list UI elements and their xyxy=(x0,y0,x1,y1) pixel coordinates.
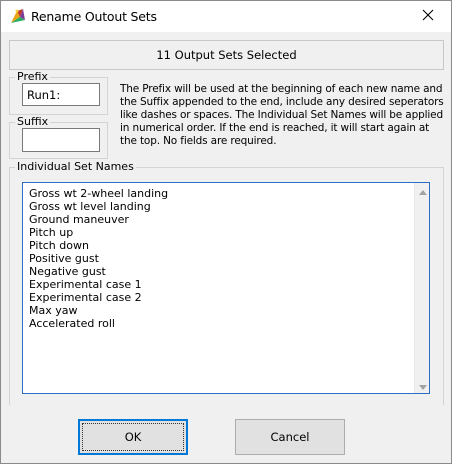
vertical-scrollbar[interactable] xyxy=(414,183,429,393)
list-item: Ground maneuver xyxy=(29,213,129,226)
instructions-text: The Prefix will be used at the beginning… xyxy=(120,83,444,147)
chevron-up-icon xyxy=(418,184,427,198)
selection-count-label: 11 Output Sets Selected xyxy=(156,48,297,62)
scroll-up-button[interactable] xyxy=(415,183,430,198)
suffix-input[interactable] xyxy=(22,128,100,152)
close-button[interactable] xyxy=(405,1,451,32)
list-item: Max yaw xyxy=(29,304,78,317)
list-item: Positive gust xyxy=(29,252,99,265)
list-item: Gross wt 2-wheel landing xyxy=(29,187,169,200)
list-item: Experimental case 1 xyxy=(29,278,142,291)
rename-dialog: Rename Outout Sets 11 Output Sets Select… xyxy=(0,0,452,464)
prefix-input[interactable] xyxy=(22,83,100,106)
selection-count-panel: 11 Output Sets Selected xyxy=(9,40,444,70)
window-title: Rename Outout Sets xyxy=(31,9,157,24)
suffix-label: Suffix xyxy=(15,115,51,128)
set-names-list: Gross wt 2-wheel landing Gross wt level … xyxy=(29,187,168,330)
button-bar: OK Cancel xyxy=(1,405,451,463)
close-icon xyxy=(422,9,434,24)
cancel-button-label: Cancel xyxy=(270,430,310,444)
title-bar[interactable]: Rename Outout Sets xyxy=(1,1,451,32)
list-item: Pitch up xyxy=(29,226,74,239)
scroll-down-button[interactable] xyxy=(415,378,430,393)
chevron-down-icon xyxy=(418,379,427,393)
list-item: Gross wt level landing xyxy=(29,200,151,213)
ok-button-label: OK xyxy=(124,430,142,444)
set-names-textarea[interactable]: Gross wt 2-wheel landing Gross wt level … xyxy=(22,182,430,394)
list-item: Accelerated roll xyxy=(29,317,115,330)
cancel-button[interactable]: Cancel xyxy=(235,419,345,455)
list-item: Negative gust xyxy=(29,265,106,278)
list-item: Experimental case 2 xyxy=(29,291,142,304)
prefix-label: Prefix xyxy=(15,70,50,83)
app-logo-icon xyxy=(10,8,26,24)
ok-button[interactable]: OK xyxy=(78,419,188,455)
set-names-label: Individual Set Names xyxy=(15,160,136,173)
list-item: Pitch down xyxy=(29,239,89,252)
